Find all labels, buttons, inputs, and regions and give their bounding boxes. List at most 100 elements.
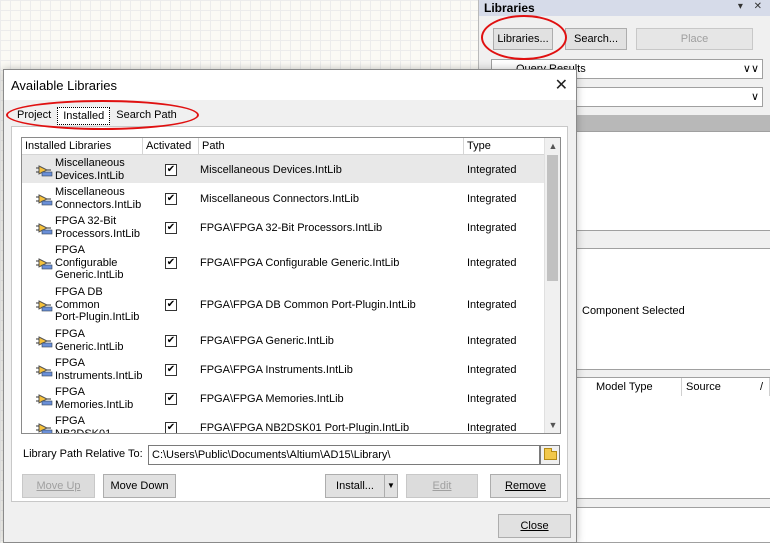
library-path: FPGA\FPGA Memories.IntLib [200,392,344,405]
scroll-thumb[interactable] [547,155,558,281]
library-type: Integrated [467,363,517,376]
library-path: Miscellaneous Connectors.IntLib [200,192,359,205]
library-path: FPGA\FPGA Generic.IntLib [200,334,334,347]
install-dropdown-button[interactable]: ▼ [384,474,398,498]
col-model-type[interactable]: Model Type [592,378,682,396]
col-path[interactable]: Path [199,138,464,155]
scroll-down-icon[interactable]: ▼ [545,417,560,433]
activated-checkbox[interactable]: ✔ [165,257,177,269]
edit-label: Edit [432,480,452,492]
library-type: Integrated [467,192,517,205]
remove-button[interactable]: Remove [490,474,561,498]
col-source-label: Source [686,381,721,393]
dialog-title-bar: Available Libraries ✕ [4,70,576,100]
available-libraries-dialog: Available Libraries ✕ Project Installed … [3,69,577,543]
library-type: Integrated [467,163,517,176]
libraries-button[interactable]: Libraries... [493,28,553,50]
integrated-library-icon [36,364,53,376]
library-name: FPGA 32-Bit Processors.IntLib [55,215,140,240]
panel-controls[interactable]: ▾ ✕ [738,1,766,12]
close-label: Close [520,520,549,532]
close-button[interactable]: Close [498,514,571,538]
integrated-library-icon [36,300,53,312]
integrated-library-icon [36,393,53,405]
library-path: FPGA\FPGA Configurable Generic.IntLib [200,257,400,269]
library-path: FPGA\FPGA DB Common Port-Plugin.IntLib [200,299,416,311]
library-name: FPGA Memories.IntLib [55,386,134,411]
remove-label: Remove [505,480,546,492]
sort-icon: / [759,381,763,393]
col-installed-libraries[interactable]: Installed Libraries [22,138,143,155]
library-path-field[interactable]: C:\Users\Public\Documents\Altium\AD15\Li… [148,445,540,465]
library-name: FPGA Instruments.IntLib [55,357,143,382]
installed-tab-panel: Installed Libraries Activated Path Type … [11,126,568,502]
grid-header: Installed Libraries Activated Path Type [22,138,545,155]
library-name: FPGA Generic.IntLib [55,328,124,353]
integrated-library-icon [36,164,53,176]
table-row[interactable]: FPGA DB Common Port-Plugin.IntLib ✔ FPGA\FPG… [22,284,545,326]
move-down-button[interactable]: Move Down [103,474,176,498]
table-row[interactable]: FPGA Instruments.IntLib ✔ FPGA\FPGA Instrum… [22,355,545,384]
activated-checkbox[interactable]: ✔ [165,163,177,176]
grid-rows: Miscellaneous Devices.IntLib ✔ Miscellaneou… [22,155,545,434]
table-row[interactable]: Miscellaneous Connectors.IntLib ✔ Miscellan… [22,184,545,213]
library-name: Miscellaneous Connectors.IntLib [55,186,142,211]
move-up-button[interactable]: Move Up [22,474,95,498]
table-row[interactable]: FPGA Generic.IntLib ✔ FPGA\FPGA Generic.Int… [22,326,545,355]
browse-folder-button[interactable] [540,445,560,465]
library-type: Integrated [467,392,517,405]
no-component-status: Component Selected [582,305,685,317]
tab-strip: Project Installed Search Path [12,107,183,125]
move-up-label: Move Up [36,480,81,492]
move-down-label: Move Down [110,480,169,492]
activated-checkbox[interactable]: ✔ [165,421,177,433]
col-source[interactable]: Source / [682,378,770,396]
table-row[interactable]: Miscellaneous Devices.IntLib ✔ Miscellaneou… [22,155,545,184]
integrated-library-icon [36,335,53,347]
install-label: Install... [336,480,374,492]
installed-libraries-grid[interactable]: Installed Libraries Activated Path Type … [21,137,561,434]
library-type: Integrated [467,221,517,234]
table-row[interactable]: FPGA 32-Bit Processors.IntLib ✔ FPGA\FPGA 3… [22,213,545,242]
install-button[interactable]: Install... [325,474,384,498]
tab-installed[interactable]: Installed [57,107,111,125]
tab-project[interactable]: Project [12,107,56,125]
activated-checkbox[interactable]: ✔ [165,221,177,234]
library-path: FPGA\FPGA NB2DSK01 Port-Plugin.IntLib [200,421,410,434]
integrated-library-icon [36,193,53,205]
activated-checkbox[interactable]: ✔ [165,392,177,405]
activated-checkbox[interactable]: ✔ [165,192,177,205]
library-type: Integrated [467,334,517,347]
col-activated[interactable]: Activated [143,138,199,155]
library-name: Miscellaneous Devices.IntLib [55,157,125,182]
tab-search-path[interactable]: Search Path [111,107,182,125]
chevron-down-icon: ∨∨ [742,63,759,75]
edit-button[interactable]: Edit [406,474,478,498]
table-row[interactable]: FPGA Memories.IntLib ✔ FPGA\FPGA Memories.I… [22,384,545,413]
close-icon[interactable]: ✕ [555,75,568,95]
folder-icon [544,448,557,460]
vertical-scrollbar[interactable]: ▲ ▼ [544,138,560,433]
library-path: FPGA\FPGA Instruments.IntLib [200,363,353,376]
dialog-title: Available Libraries [11,78,117,93]
library-path-label: Library Path Relative To: [23,448,143,460]
col-type[interactable]: Type [464,138,545,155]
library-type: Integrated [467,299,517,311]
chevron-down-icon: ∨ [750,91,759,103]
library-path: Miscellaneous Devices.IntLib [200,163,342,176]
scroll-up-icon[interactable]: ▲ [545,138,560,154]
integrated-library-icon [36,222,53,234]
integrated-library-icon [36,422,53,433]
library-name: FPGA Configurable Generic.IntLib [55,244,124,282]
panel-title: Libraries [479,0,770,16]
integrated-library-icon [36,258,53,270]
library-name: FPGA NB2DSK01Port-Plugin.IntLib [55,415,112,434]
library-path: FPGA\FPGA 32-Bit Processors.IntLib [200,221,383,234]
place-button[interactable]: Place [636,28,753,50]
activated-checkbox[interactable]: ✔ [165,299,177,311]
activated-checkbox[interactable]: ✔ [165,334,177,347]
table-row[interactable]: FPGA Configurable Generic.IntLib ✔ FPGA\FPGA… [22,242,545,284]
activated-checkbox[interactable]: ✔ [165,363,177,376]
search-button[interactable]: Search... [565,28,627,50]
table-row[interactable]: FPGA NB2DSK01Port-Plugin.IntLib ✔ FPGA\FPG… [22,413,545,434]
